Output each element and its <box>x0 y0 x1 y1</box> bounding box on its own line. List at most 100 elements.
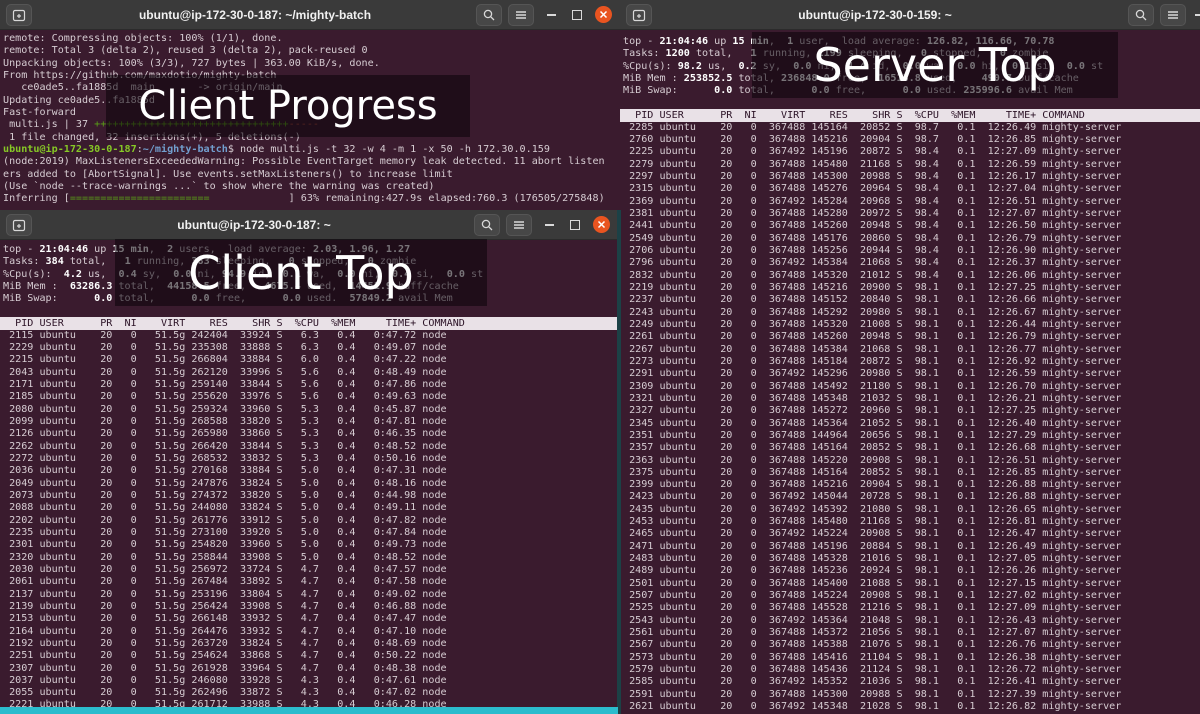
process-row: 2139 ubuntu 20 0 51.5g 256424 33908 S 4.… <box>0 601 618 613</box>
process-row: 2315 ubuntu 20 0 367488 145276 20964 S 9… <box>620 183 1200 195</box>
search-icon <box>482 8 496 22</box>
titlebar[interactable]: ubuntu@ip-172-30-0-187: ~/mighty-batch <box>0 0 620 30</box>
process-row: 2399 ubuntu 20 0 367488 145216 20904 S 9… <box>620 479 1200 491</box>
menu-icon <box>513 220 525 230</box>
process-row: 2049 ubuntu 20 0 51.5g 247876 33824 S 5.… <box>0 478 618 490</box>
window-title: ubuntu@ip-172-30-0-187: ~ <box>40 210 468 240</box>
menu-button[interactable] <box>1160 4 1186 26</box>
minimize-button[interactable] <box>1190 4 1200 26</box>
new-tab-icon <box>12 9 26 22</box>
client-top-caption: Client Top <box>115 239 487 306</box>
process-row: 2219 ubuntu 20 0 367488 145216 20900 S 9… <box>620 282 1200 294</box>
process-row: 2036 ubuntu 20 0 51.5g 270168 33884 S 5.… <box>0 465 618 477</box>
client-progress-caption: Client Progress <box>106 75 470 137</box>
process-row: 2321 ubuntu 20 0 367488 145348 21032 S 9… <box>620 393 1200 405</box>
process-row: 2501 ubuntu 20 0 367488 145400 21088 S 9… <box>620 578 1200 590</box>
process-row: 2171 ubuntu 20 0 51.5g 259140 33844 S 5.… <box>0 379 618 391</box>
terminal-content[interactable]: top - 21:04:46 up 15 min, 2 users, load … <box>0 240 618 707</box>
process-row: 2435 ubuntu 20 0 367492 145392 21080 S 9… <box>620 504 1200 516</box>
process-row: 2279 ubuntu 20 0 367488 145480 21168 S 9… <box>620 159 1200 171</box>
process-row: 2760 ubuntu 20 0 367488 145216 20904 S 9… <box>620 134 1200 146</box>
process-row: 2251 ubuntu 20 0 51.5g 254624 33868 S 4.… <box>0 650 618 662</box>
process-row: 2471 ubuntu 20 0 367488 145196 20884 S 9… <box>620 541 1200 553</box>
search-button[interactable] <box>1128 4 1154 26</box>
process-row: 2126 ubuntu 20 0 51.5g 265980 33860 S 5.… <box>0 428 618 440</box>
process-row: 2465 ubuntu 20 0 367492 145224 20908 S 9… <box>620 528 1200 540</box>
menu-button[interactable] <box>508 4 534 26</box>
maximize-button[interactable] <box>568 4 586 26</box>
minimize-button[interactable] <box>540 214 558 236</box>
process-row: 2115 ubuntu 20 0 51.5g 242404 33924 S 6.… <box>0 330 618 342</box>
process-row: 2262 ubuntu 20 0 51.5g 266420 33844 S 5.… <box>0 441 618 453</box>
maximize-icon <box>572 10 582 20</box>
process-row: 2507 ubuntu 20 0 367488 145224 20908 S 9… <box>620 590 1200 602</box>
minimize-button[interactable] <box>542 4 560 26</box>
process-row: 2261 ubuntu 20 0 367488 145260 20948 S 9… <box>620 331 1200 343</box>
maximize-icon <box>570 220 580 230</box>
search-icon <box>480 218 494 232</box>
new-tab-button[interactable] <box>626 4 652 26</box>
new-tab-button[interactable] <box>6 4 32 26</box>
process-row: 2585 ubuntu 20 0 367492 145352 21036 S 9… <box>620 676 1200 688</box>
window-title: ubuntu@ip-172-30-0-159: ~ <box>660 0 1090 30</box>
search-button[interactable] <box>474 214 500 236</box>
process-row: 2453 ubuntu 20 0 367488 145480 21168 S 9… <box>620 516 1200 528</box>
process-row: 2272 ubuntu 20 0 51.5g 268532 33832 S 5.… <box>0 453 618 465</box>
minimize-icon <box>547 14 556 16</box>
process-row: 2309 ubuntu 20 0 367488 145492 21180 S 9… <box>620 381 1200 393</box>
process-row: 2796 ubuntu 20 0 367492 145384 21068 S 9… <box>620 257 1200 269</box>
process-row: 2375 ubuntu 20 0 367488 145164 20852 S 9… <box>620 467 1200 479</box>
titlebar[interactable]: ubuntu@ip-172-30-0-187: ~ <box>0 210 618 240</box>
close-button[interactable] <box>593 216 610 233</box>
terminal-window-server-top: ubuntu@ip-172-30-0-159: ~ top - 21:04:46… <box>620 0 1200 714</box>
server-top-caption: Server Top <box>752 32 1118 98</box>
minimize-icon <box>545 224 554 226</box>
close-button[interactable] <box>595 6 612 23</box>
process-row: 2267 ubuntu 20 0 367488 145384 21068 S 9… <box>620 344 1200 356</box>
process-row: 2249 ubuntu 20 0 367488 145320 21008 S 9… <box>620 319 1200 331</box>
process-row: 2549 ubuntu 20 0 367488 145176 20860 S 9… <box>620 233 1200 245</box>
process-row: 2237 ubuntu 20 0 367488 145152 20840 S 9… <box>620 294 1200 306</box>
terminal-line: remote: Total 3 (delta 2), reused 3 (del… <box>0 45 620 57</box>
minimize-icon <box>1195 14 1200 16</box>
process-row: 2273 ubuntu 20 0 367488 145184 20872 S 9… <box>620 356 1200 368</box>
process-row: 2061 ubuntu 20 0 51.5g 267484 33892 S 4.… <box>0 576 618 588</box>
menu-icon <box>1167 10 1179 20</box>
terminal-content[interactable]: top - 21:04:46 up 15 min, 1 user, load a… <box>620 30 1200 714</box>
titlebar[interactable]: ubuntu@ip-172-30-0-159: ~ <box>620 0 1200 30</box>
process-row: 2351 ubuntu 20 0 367488 144964 20656 S 9… <box>620 430 1200 442</box>
process-row: 2080 ubuntu 20 0 51.5g 259324 33960 S 5.… <box>0 404 618 416</box>
process-row: 2030 ubuntu 20 0 51.5g 256972 33724 S 4.… <box>0 564 618 576</box>
process-row: 2345 ubuntu 20 0 367488 145364 21052 S 9… <box>620 418 1200 430</box>
close-icon <box>597 220 606 229</box>
process-table: PID USER PR NI VIRT RES SHR S %CPU %MEM … <box>0 317 618 707</box>
process-row: 2567 ubuntu 20 0 367488 145388 21076 S 9… <box>620 639 1200 651</box>
process-row: 2357 ubuntu 20 0 367488 145164 20852 S 9… <box>620 442 1200 454</box>
process-row: 2369 ubuntu 20 0 367492 145284 20968 S 9… <box>620 196 1200 208</box>
process-row: 2525 ubuntu 20 0 367488 145528 21216 S 9… <box>620 602 1200 614</box>
search-icon <box>1134 8 1148 22</box>
process-row: 2363 ubuntu 20 0 367488 145220 20908 S 9… <box>620 455 1200 467</box>
process-row: 2088 ubuntu 20 0 51.5g 244080 33824 S 5.… <box>0 502 618 514</box>
new-tab-icon <box>632 9 646 22</box>
process-row: 2221 ubuntu 20 0 51.5g 261712 33988 S 4.… <box>0 699 618 707</box>
new-tab-button[interactable] <box>6 214 32 236</box>
process-row: 2327 ubuntu 20 0 367488 145272 20960 S 9… <box>620 405 1200 417</box>
process-row: 2229 ubuntu 20 0 51.5g 235308 33888 S 6.… <box>0 342 618 354</box>
process-row: 2489 ubuntu 20 0 367488 145236 20924 S 9… <box>620 565 1200 577</box>
search-button[interactable] <box>476 4 502 26</box>
maximize-button[interactable] <box>566 214 584 236</box>
process-row: 2164 ubuntu 20 0 51.5g 264476 33932 S 4.… <box>0 626 618 638</box>
process-row: 2543 ubuntu 20 0 367492 145364 21048 S 9… <box>620 615 1200 627</box>
process-row: 2297 ubuntu 20 0 367488 145300 20988 S 9… <box>620 171 1200 183</box>
process-row: 2235 ubuntu 20 0 51.5g 273100 33920 S 5.… <box>0 527 618 539</box>
terminal-line: ubuntu@ip-172-30-0-187:~/mighty-batch$ n… <box>0 144 620 156</box>
process-row: 2573 ubuntu 20 0 367488 145416 21104 S 9… <box>620 652 1200 664</box>
process-row: 2832 ubuntu 20 0 367488 145320 21012 S 9… <box>620 270 1200 282</box>
process-row: 2291 ubuntu 20 0 367492 145296 20980 S 9… <box>620 368 1200 380</box>
terminal-line: ers added to [AbortSignal]. Use events.s… <box>0 169 620 181</box>
process-row: 2621 ubuntu 20 0 367492 145348 21028 S 9… <box>620 701 1200 713</box>
menu-icon <box>515 10 527 20</box>
menu-button[interactable] <box>506 214 532 236</box>
process-row: 2192 ubuntu 20 0 51.5g 263720 33824 S 4.… <box>0 638 618 650</box>
